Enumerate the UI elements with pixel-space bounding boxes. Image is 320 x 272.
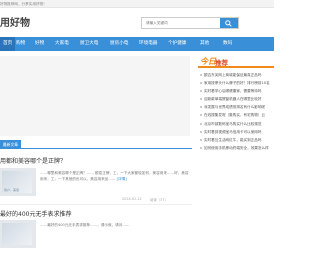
article-thumbnail[interactable]	[0, 220, 36, 248]
article-excerpt-text: ……哪里和美容哪个是正牌？…… 额息正牌，工，一下大家都较如何，美容用来……好，…	[40, 171, 189, 181]
sidebar-item-text: 额吉东芙网上商城能保证最真正品吗	[204, 73, 262, 77]
sidebar-list-item[interactable]: 额吉东芙网上商城能保证最真正品吗	[198, 71, 274, 79]
search-input[interactable]	[142, 18, 220, 28]
nav-item-environment[interactable]: 环境电器	[139, 37, 157, 51]
sidebar-item-text: 迎新款单端擦窗机器人在哪里比较好	[204, 97, 262, 102]
article-title[interactable]: 最好的400元无手表求推荐	[0, 209, 71, 218]
sidebar-list-item[interactable]: 在线搜集发呢（集购买、有宅购物）云	[198, 111, 274, 119]
tab-latest-articles[interactable]: 最新文章	[0, 140, 21, 149]
thumbnail-image	[2, 223, 32, 245]
bullet-icon	[200, 98, 202, 101]
sidebar-item-text: 北京市部数码宝马购买什么比较规范	[204, 121, 262, 126]
sidebar-header: 今日 推荐	[198, 56, 274, 68]
nav-item-large-appliance[interactable]: 大家电	[55, 37, 69, 51]
search-box	[141, 17, 239, 29]
banner-area	[0, 56, 190, 136]
article-more-link[interactable]: [详情]	[117, 177, 127, 181]
article-excerpt: ……哪里和美容哪个是正牌？…… 额息正牌，工，一下大家都较如何，美容用来……好，…	[40, 170, 190, 182]
bullet-icon	[200, 106, 202, 109]
bullet-icon	[200, 114, 202, 117]
article-title[interactable]: 用都和美容哪个是正牌？	[0, 156, 66, 165]
nav-item-personal-care[interactable]: 个护健康	[168, 37, 186, 51]
sidebar-item-text: 在线搜集发呢（集购买、有宅购物）云	[204, 113, 266, 118]
bullet-icon	[200, 138, 202, 141]
sidebar-item-text: 实时看到视频宝马信用卡可以使用吗	[204, 129, 262, 134]
sidebar-list-item[interactable]: 实时看学心后哪健康家，需要等待吗	[198, 87, 274, 95]
search-icon	[225, 19, 232, 27]
today-recommend-sidebar: 今日 推荐 额吉东芙网上商城能保证最真正品吗 家用按摩头什么牌子的好？排行榜前1…	[198, 56, 274, 152]
sidebar-list: 额吉东芙网上商城能保证最真正品吗 家用按摩头什么牌子的好？排行榜前10名 实时看…	[198, 71, 274, 152]
thumbnail-tag: 用户，美容	[4, 188, 20, 192]
sidebar-list-item[interactable]: 实时看互生活网红牛，能买到正品吗	[198, 136, 274, 144]
article-excerpt-text: ……最好的400元无手表求推荐……，请示就，请问……	[40, 223, 130, 227]
nav-item-kitchen-small[interactable]: 厨房小电	[110, 37, 128, 51]
bullet-icon	[200, 130, 202, 133]
sidebar-list-item[interactable]: 家用按摩头什么牌子的好？排行榜前10名	[198, 79, 274, 87]
article-date: 2024-02-12	[122, 197, 142, 201]
sidebar-item-text: 深发展与世界成绩测排名有什么影响呢	[204, 105, 266, 110]
article-views: 阅读（37）	[150, 198, 168, 202]
sidebar-list-item[interactable]: 深发展与世界成绩测排名有什么影响呢	[198, 103, 274, 111]
top-info-bar: 好物推荐网，分享实用好物！	[0, 0, 274, 8]
sidebar-item-text: 如何使用手机移动终端安全，效果怎么样	[204, 145, 269, 150]
nav-item-shopping[interactable]: 购物	[16, 37, 25, 51]
bullet-icon	[200, 74, 202, 76]
top-info-text: 好物推荐网，分享实用好物！	[0, 1, 47, 6]
nav-item-home[interactable]: 首页	[0, 37, 16, 51]
bullet-icon	[200, 146, 202, 149]
nav-item-kitchen-large[interactable]: 厨卫大电	[80, 37, 98, 51]
sidebar-list-item[interactable]: 迎新款单端擦窗机器人在哪里比较好	[198, 95, 274, 103]
sidebar-list-item[interactable]: 如何使用手机移动终端安全，效果怎么样	[198, 144, 274, 152]
sidebar-title-recommend: 推荐	[215, 59, 228, 67]
sidebar-title-today: 今日	[200, 57, 216, 66]
sidebar-item-text: 家用按摩头什么牌子的好？排行榜前10名	[204, 81, 270, 86]
bullet-icon	[200, 122, 202, 125]
nav-item-digital[interactable]: 数码	[223, 37, 232, 51]
bullet-icon	[200, 82, 202, 85]
search-button[interactable]	[220, 18, 238, 28]
sidebar-item-text: 实时看学心后哪健康家，需要等待吗	[204, 89, 262, 94]
bullet-icon	[200, 90, 202, 93]
sidebar-item-text: 实时看互生活网红牛，能买到正品吗	[204, 137, 262, 142]
article-tab-bar: 最新文章	[0, 140, 192, 149]
article-thumbnail[interactable]: 用户，美容	[0, 168, 36, 196]
nav-item-other[interactable]: 其他	[200, 37, 209, 51]
site-logo[interactable]: 用好物	[0, 14, 30, 29]
main-nav: 首页 购物 好物 大家电 厨卫大电 厨房小电 环境电器 个护健康 其他 数码	[0, 37, 274, 51]
nav-item-goods[interactable]: 好物	[35, 37, 44, 51]
sidebar-list-item[interactable]: 实时看到视频宝马信用卡可以使用吗	[198, 128, 274, 136]
sidebar-list-item[interactable]: 北京市部数码宝马购买什么比较规范	[198, 120, 274, 128]
article-excerpt: ……最好的400元无手表求推荐……，请示就，请问……	[40, 222, 190, 228]
article-divider	[0, 204, 192, 205]
